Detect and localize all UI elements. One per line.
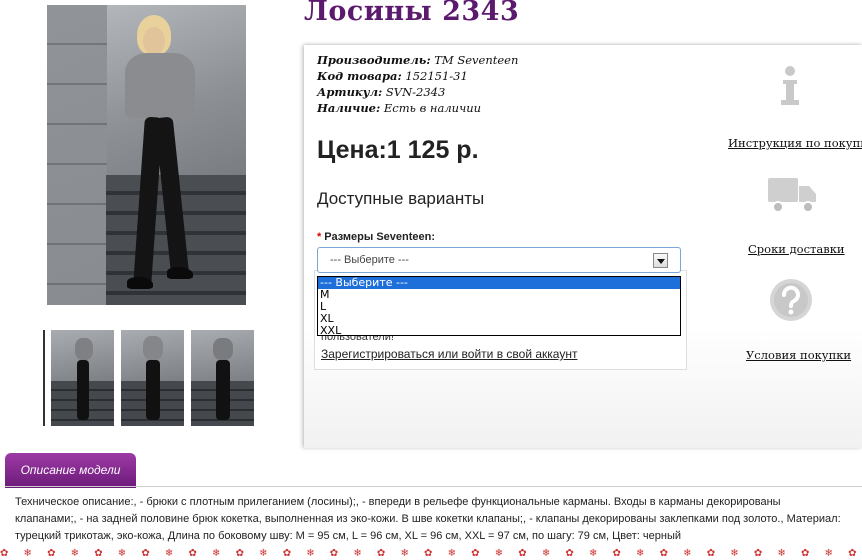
size-option[interactable]: XL [318, 313, 680, 325]
product-price: Цена:1 125 р. [317, 136, 479, 164]
code-value: 152151-31 [405, 69, 468, 83]
stock-value: Есть в наличии [383, 101, 482, 115]
size-option[interactable]: L [318, 301, 680, 313]
purchase-terms-link[interactable]: Условия покупки [746, 348, 851, 362]
tab-divider [5, 486, 862, 487]
product-main-image[interactable] [47, 5, 246, 305]
sku-label: Артикул: [317, 85, 383, 99]
thumbnail-scroll-bar[interactable] [43, 330, 45, 426]
product-thumbnail-3[interactable] [191, 330, 254, 426]
manufacturer-label: Производитель: [317, 53, 431, 67]
size-option[interactable]: XXL [318, 325, 680, 337]
product-thumbnail-2[interactable] [121, 330, 184, 426]
info-icon[interactable] [777, 66, 803, 108]
size-select-value: --- Выберите --- [330, 254, 409, 266]
variants-heading: Доступные варианты [317, 189, 485, 208]
size-select[interactable]: --- Выберите --- [317, 247, 681, 273]
product-thumbnails [43, 330, 255, 426]
stock-label: Наличие: [317, 101, 381, 115]
question-icon[interactable] [769, 278, 813, 322]
product-thumbnail-1[interactable] [51, 330, 114, 426]
truck-icon[interactable] [768, 176, 818, 214]
product-description: Техническое описание:, - брюки с плотным… [15, 496, 841, 542]
size-option[interactable]: M [318, 289, 680, 301]
size-select-label: * Размеры Seventeen: [317, 231, 435, 243]
product-meta: Производитель: ТМ Seventeen Код товара: … [317, 52, 518, 116]
purchase-instruction-link[interactable]: Инструкция по покупке [728, 136, 862, 150]
sku-value: SVN-2343 [385, 85, 446, 99]
size-dropdown-list: --- Выберите --- M L XL XXL [317, 276, 681, 337]
product-title: Лосины 2343 [304, 0, 520, 27]
chevron-down-icon[interactable] [653, 253, 668, 268]
size-label-text: Размеры Seventeen: [324, 231, 436, 243]
register-login-link[interactable]: Зарегистрироваться или войти в свой акка… [321, 347, 577, 361]
manufacturer-value: ТМ Seventeen [434, 53, 519, 67]
size-option[interactable]: --- Выберите --- [318, 277, 680, 289]
required-mark: * [317, 231, 322, 243]
code-label: Код товара: [317, 69, 402, 83]
delivery-terms-link[interactable]: Сроки доставки [748, 242, 845, 256]
decorative-border: ✿ ❄ ✿ ❄ ✿ ❄ ✿ ❄ ✿ ❄ ✿ ❄ ✿ ❄ ✿ ❄ ✿ ❄ ✿ ❄ … [0, 548, 862, 559]
tab-description[interactable]: Описание модели [5, 453, 136, 488]
